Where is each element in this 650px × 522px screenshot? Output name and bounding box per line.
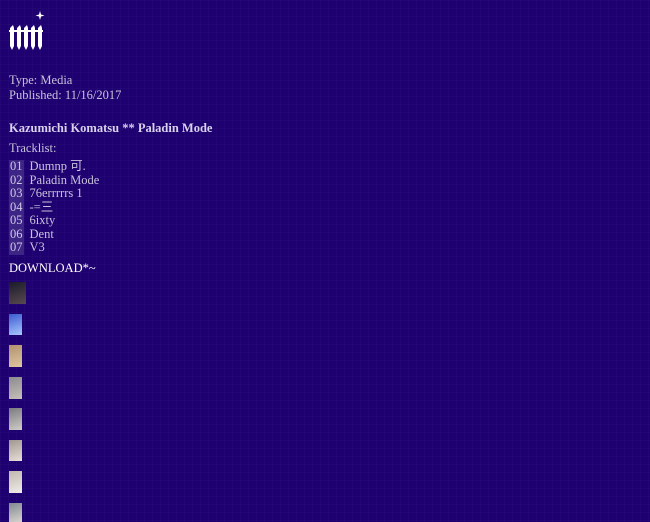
track-title: Dent [29, 226, 54, 241]
release-title: Kazumichi Komatsu ** Paladin Mode [9, 121, 213, 135]
thumbnail-8[interactable] [9, 503, 22, 522]
tracklist-label: Tracklist: [9, 141, 57, 155]
track-item: 04 -=三 [9, 199, 99, 214]
thumbnail-6[interactable] [9, 440, 22, 461]
site-logo[interactable] [9, 10, 47, 52]
thumbnail-2[interactable] [9, 314, 22, 335]
track-title: 76errrrrs 1 [29, 186, 83, 200]
track-item: 01 Dumnp 可. [9, 159, 99, 174]
published-line: Published: 11/16/2017 [9, 88, 122, 102]
track-title: V3 [29, 240, 45, 254]
track-number: 02 [9, 172, 24, 187]
track-title: Paladin Mode [29, 172, 100, 187]
track-number: 07 [9, 240, 24, 255]
download-link[interactable]: DOWNLOAD*~ [9, 261, 96, 276]
thumbnail-1[interactable] [9, 282, 26, 304]
track-item: 03 76errrrrs 1 [9, 186, 99, 201]
track-title: Dumnp 可. [29, 159, 86, 173]
track-item: 05 6ixty [9, 213, 99, 228]
thumbnail-4[interactable] [9, 377, 22, 399]
track-number: 01 [9, 159, 24, 174]
track-item: 07 V3 [9, 240, 99, 255]
track-number: 05 [9, 213, 24, 228]
tracklist: 01 Dumnp 可. 02 Paladin Mode 03 76errrrrs 1 … [9, 159, 100, 255]
thumbnail-5[interactable] [9, 408, 22, 430]
type-line: Type: Media [9, 73, 73, 87]
track-title: -=三 [29, 199, 54, 214]
track-number: 03 [9, 186, 24, 201]
release-meta: Type: Media Published: 11/16/2017 [9, 73, 121, 103]
track-item: 02 Paladin Mode [9, 172, 100, 187]
track-number: 06 [9, 226, 24, 241]
track-item: 06 Dent [9, 226, 99, 241]
track-title: 6ixty [29, 213, 56, 227]
thumbnail-7[interactable] [9, 471, 22, 493]
thumbnail-3[interactable] [9, 345, 22, 367]
track-number: 04 [9, 199, 24, 214]
